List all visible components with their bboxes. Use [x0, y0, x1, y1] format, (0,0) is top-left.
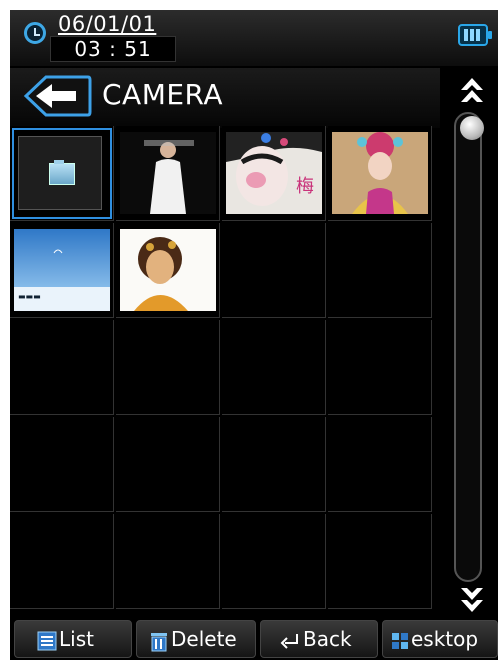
scroll-down-icon[interactable]	[459, 580, 485, 614]
grid-cell-photo[interactable]	[328, 126, 432, 221]
back-button[interactable]: Back	[260, 620, 378, 658]
grid-cell-empty	[10, 514, 114, 609]
desktop-button[interactable]: esktop	[382, 620, 498, 658]
header: CAMERA	[10, 68, 440, 128]
grid-cell-empty	[116, 514, 220, 609]
desktop-label: esktop	[411, 627, 479, 651]
grid-cell-photo[interactable]: ▬▬▬	[10, 223, 114, 318]
scroll-track[interactable]	[454, 112, 482, 582]
grid-cell-photo[interactable]: 梅	[222, 126, 326, 221]
photo-thumbnail-woman-portrait	[120, 229, 216, 311]
grid-cell-empty	[10, 417, 114, 512]
back-arrow-icon[interactable]	[22, 74, 92, 118]
folder-icon	[49, 160, 75, 185]
return-icon	[280, 633, 298, 649]
grid-cell-empty	[222, 320, 326, 415]
date-label: 06/01/01	[58, 12, 157, 36]
list-icon	[37, 631, 57, 650]
folder-tile	[18, 136, 102, 210]
grid-cell-empty	[222, 223, 326, 318]
clock-widget: 06/01/01 03 : 51	[20, 12, 176, 62]
delete-label: Delete	[171, 627, 237, 651]
device-screen: 06/01/01 03 : 51 CAMERA 梅 ▬▬▬ List Delet…	[10, 10, 498, 660]
photo-thumbnail-woman-white-dress	[120, 132, 216, 214]
list-label: List	[59, 627, 94, 651]
grid-cell-photo[interactable]	[116, 223, 220, 318]
grid-cell-empty	[328, 514, 432, 609]
grid-cell-empty	[328, 417, 432, 512]
list-button[interactable]: List	[14, 620, 132, 658]
photo-thumbnail-blue-sky: ▬▬▬	[14, 229, 110, 311]
delete-button[interactable]: Delete	[136, 620, 256, 658]
grid-cell-empty	[328, 320, 432, 415]
bottom-toolbar: List Delete Back esktop	[10, 618, 498, 660]
svg-text:▬▬▬: ▬▬▬	[18, 292, 41, 301]
thumbnail-grid: 梅 ▬▬▬	[10, 126, 434, 618]
grid-cell-empty	[116, 320, 220, 415]
desktop-icon	[392, 632, 408, 649]
grid-cell-folder[interactable]	[10, 126, 114, 221]
svg-text:梅: 梅	[296, 176, 314, 197]
clock-icon	[24, 22, 46, 44]
back-label: Back	[303, 627, 352, 651]
scroll-thumb[interactable]	[460, 116, 484, 140]
grid-cell-empty	[116, 417, 220, 512]
status-bar: 06/01/01 03 : 51	[10, 10, 498, 66]
page-title: CAMERA	[102, 78, 224, 111]
grid-cell-photo[interactable]	[116, 126, 220, 221]
grid-cell-empty	[222, 514, 326, 609]
scroll-up-icon[interactable]	[459, 76, 485, 110]
grid-cell-empty	[222, 417, 326, 512]
photo-thumbnail-opera-costume	[332, 132, 428, 214]
scrollbar[interactable]	[444, 72, 494, 618]
grid-cell-empty	[328, 223, 432, 318]
grid-cell-empty	[10, 320, 114, 415]
battery-icon	[458, 24, 492, 46]
photo-thumbnail-opera-face: 梅	[226, 132, 322, 214]
time-label: 03 : 51	[50, 36, 176, 62]
trash-icon	[151, 632, 167, 651]
